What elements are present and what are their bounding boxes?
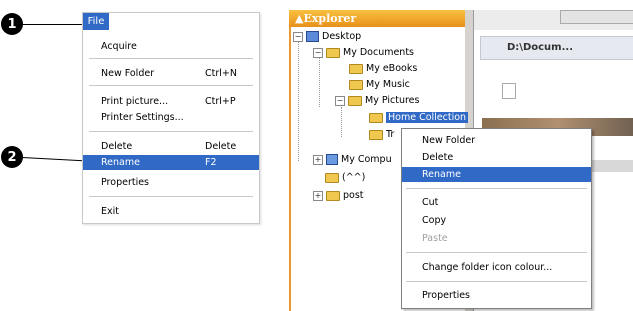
callout-1-leader: [22, 24, 84, 25]
menu-item-shortcut: Delete: [205, 141, 237, 152]
menu-item-properties[interactable]: Properties: [83, 175, 259, 190]
tree-item-label: My Music: [366, 79, 410, 90]
callout-1: 1: [1, 13, 23, 35]
tree-guide-line: [341, 107, 342, 137]
context-item-paste[interactable]: Paste: [402, 231, 591, 246]
folder-icon: [369, 129, 383, 140]
expand-icon[interactable]: +: [313, 154, 323, 165]
tree-item-my-ebooks[interactable]: My eBooks: [349, 61, 417, 76]
tree-item-label: post: [343, 190, 364, 201]
menu-item-label: Print picture...: [101, 96, 169, 107]
computer-icon: [326, 154, 338, 165]
file-thumbnail-blank[interactable]: [502, 83, 516, 99]
callout-2: 2: [1, 146, 23, 168]
menu-item-shortcut: Ctrl+P: [205, 96, 236, 107]
menu-separator: [89, 196, 253, 197]
menu-item-label: Printer Settings...: [101, 112, 184, 123]
explorer-title[interactable]: ▲Explorer: [289, 10, 465, 27]
context-item-new-folder[interactable]: New Folder: [402, 133, 591, 148]
menu-item-label: Rename: [101, 157, 140, 168]
menu-item-delete[interactable]: Delete Delete: [83, 139, 259, 154]
tree-item-label: Desktop: [322, 31, 362, 42]
menu-item-exit[interactable]: Exit: [83, 204, 259, 219]
context-item-label: New Folder: [422, 135, 476, 146]
menu-separator: [406, 281, 587, 282]
context-item-cut[interactable]: Cut: [402, 195, 591, 210]
expand-icon[interactable]: +: [313, 190, 323, 201]
folder-icon: [326, 190, 340, 201]
desktop-icon: [306, 31, 319, 42]
tree-item-label: My Documents: [343, 47, 415, 58]
menu-item-label: Delete: [101, 141, 133, 152]
context-item-label: Change folder icon colour...: [422, 262, 553, 273]
folder-icon: [369, 112, 383, 123]
folder-icon: [325, 172, 339, 183]
tree-item-my-computer[interactable]: + My Compu: [313, 152, 392, 167]
context-item-rename[interactable]: Rename: [402, 167, 591, 182]
tree-item-label: (^^): [342, 172, 366, 183]
menu-item-label: Exit: [101, 206, 119, 217]
menu-separator: [89, 85, 253, 86]
tree-item-home-collection[interactable]: Home Collection: [369, 110, 469, 125]
context-item-change-folder-colour[interactable]: Change folder icon colour...: [402, 260, 591, 275]
menu-item-acquire[interactable]: Acquire: [83, 39, 259, 54]
file-menu: File Acquire New Folder Ctrl+N Print pic…: [82, 12, 260, 224]
collapse-icon[interactable]: −: [313, 47, 323, 58]
tree-item-desktop[interactable]: − Desktop: [293, 29, 361, 44]
file-menubar-item[interactable]: File: [83, 13, 109, 30]
tree-guide-line: [298, 41, 299, 161]
collapse-icon[interactable]: −: [335, 95, 345, 106]
menu-item-label: Properties: [101, 177, 150, 188]
folder-icon: [349, 63, 363, 74]
context-item-label: Cut: [422, 197, 439, 208]
tree-item-post[interactable]: + post: [313, 188, 364, 203]
tree-item-my-pictures[interactable]: − My Pictures: [335, 93, 419, 108]
menu-separator: [406, 252, 587, 253]
menu-item-label: Acquire: [101, 41, 137, 52]
menu-item-rename[interactable]: Rename F2: [83, 155, 259, 170]
tree-item-label: Tr: [386, 129, 395, 140]
context-item-label: Paste: [422, 233, 448, 244]
menu-item-label: New Folder: [101, 68, 155, 79]
collapse-icon[interactable]: −: [293, 31, 303, 42]
tree-item-label: My Compu: [341, 154, 392, 165]
tree-item-tr[interactable]: Tr: [369, 127, 394, 142]
menu-separator: [406, 188, 587, 189]
context-item-label: Delete: [422, 152, 454, 163]
context-item-label: Copy: [422, 215, 447, 226]
menu-item-shortcut: F2: [205, 157, 217, 168]
tree-item-caret-folder[interactable]: (^^): [325, 170, 365, 185]
folder-icon: [326, 47, 340, 58]
path-bar: D:\Docum...: [480, 36, 633, 60]
context-item-copy[interactable]: Copy: [402, 213, 591, 228]
context-item-label: Rename: [422, 169, 461, 180]
menu-separator: [89, 58, 253, 59]
tree-item-label: My Pictures: [365, 95, 420, 106]
pane-tab[interactable]: [560, 10, 633, 24]
menu-item-print-picture[interactable]: Print picture... Ctrl+P: [83, 94, 259, 109]
tree-item-label: My eBooks: [366, 63, 418, 74]
context-menu: New Folder Delete Rename Cut Copy Paste …: [401, 128, 592, 309]
pictures-folder-icon: [348, 95, 362, 106]
menu-separator: [89, 131, 253, 132]
menu-item-new-folder[interactable]: New Folder Ctrl+N: [83, 66, 259, 81]
tree-guide-line: [319, 57, 320, 107]
music-folder-icon: [349, 79, 363, 90]
tree-item-my-documents[interactable]: − My Documents: [313, 45, 414, 60]
context-item-label: Properties: [422, 290, 471, 301]
callout-2-leader: [21, 157, 88, 162]
context-item-delete[interactable]: Delete: [402, 150, 591, 165]
context-item-properties[interactable]: Properties: [402, 288, 591, 303]
tree-item-label: Home Collection: [386, 112, 469, 123]
menu-item-printer-settings[interactable]: Printer Settings...: [83, 110, 259, 125]
menu-item-shortcut: Ctrl+N: [205, 68, 237, 79]
tree-item-my-music[interactable]: My Music: [349, 77, 410, 92]
